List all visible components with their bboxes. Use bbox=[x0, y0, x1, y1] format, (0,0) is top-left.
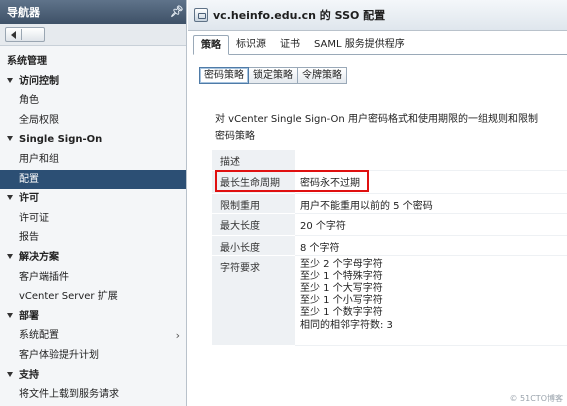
highlight-box bbox=[215, 170, 369, 192]
tab-policies[interactable]: 策略 bbox=[193, 35, 229, 55]
triangle-down-icon bbox=[7, 195, 13, 201]
nav-item-system-configuration[interactable]: 系统配置 › bbox=[0, 326, 186, 346]
page-title: vc.heinfo.edu.cn 的 SSO 配置 bbox=[213, 9, 386, 22]
nav-item-vcenter-extensions[interactable]: vCenter Server 扩展 bbox=[0, 287, 186, 307]
navigator-title: 导航器 bbox=[7, 6, 40, 19]
row-label: 最大长度 bbox=[212, 213, 295, 236]
nav-item-upload-file[interactable]: 将文件上载到服务请求 bbox=[0, 385, 186, 405]
nav-item-global-permissions[interactable]: 全局权限 bbox=[0, 111, 186, 131]
watermark: © 51CTO博客 bbox=[509, 394, 564, 403]
row-value: 8 个字符 bbox=[295, 235, 567, 256]
triangle-down-icon bbox=[7, 136, 13, 142]
row-value bbox=[295, 150, 567, 171]
nav-section-support[interactable]: 支持 bbox=[0, 366, 186, 386]
table-row: 限制重用 用户不能重用以前的 5 个密码 bbox=[212, 193, 567, 214]
row-value: 20 个字符 bbox=[295, 213, 567, 236]
section-title: 密码策略 bbox=[215, 131, 255, 142]
char-requirement: 至少 1 个数字字符 bbox=[300, 307, 383, 319]
row-label: 限制重用 bbox=[212, 193, 295, 214]
char-requirement: 至少 1 个大写字符 bbox=[300, 282, 383, 294]
nav-item-licenses[interactable]: 许可证 bbox=[0, 209, 186, 229]
navigator-back-bar bbox=[0, 24, 186, 46]
subtab-password-policy[interactable]: 密码策略 bbox=[199, 67, 249, 84]
row-label: 字符要求 bbox=[212, 255, 295, 346]
triangle-down-icon bbox=[7, 77, 13, 83]
nav-item-reports[interactable]: 报告 bbox=[0, 228, 186, 248]
policy-subtabs: 密码策略 锁定策略 令牌策略 bbox=[199, 67, 347, 84]
table-row: 字符要求 至少 2 个字母字符 至少 1 个特殊字符 至少 1 个大写字符 至少… bbox=[212, 255, 567, 346]
char-requirement: 相同的相邻字符数: 3 bbox=[300, 319, 393, 331]
nav-item-roles[interactable]: 角色 bbox=[0, 91, 186, 111]
table-row: 描述 bbox=[212, 150, 567, 171]
row-value: 至少 2 个字母字符 至少 1 个特殊字符 至少 1 个大写字符 至少 1 个小… bbox=[295, 255, 567, 346]
subtab-token-policy[interactable]: 令牌策略 bbox=[298, 67, 347, 84]
arrow-left-icon bbox=[11, 30, 16, 39]
table-row: 最大长度 20 个字符 bbox=[212, 213, 567, 236]
row-value: 用户不能重用以前的 5 个密码 bbox=[295, 193, 567, 214]
pin-icon[interactable]: 📌︎ bbox=[170, 5, 184, 19]
table-row: 最小长度 8 个字符 bbox=[212, 235, 567, 256]
nav-section-solutions[interactable]: 解决方案 bbox=[0, 248, 186, 268]
tab-saml-providers[interactable]: SAML 服务提供程序 bbox=[307, 36, 412, 54]
nav-section-sso[interactable]: Single Sign-On bbox=[0, 130, 186, 150]
triangle-down-icon bbox=[7, 253, 13, 259]
tab-identity-sources[interactable]: 标识源 bbox=[229, 36, 273, 54]
chevron-right-icon: › bbox=[175, 329, 180, 343]
navigator-header: 导航器 📌︎ bbox=[0, 0, 186, 24]
navigator-panel: 导航器 📌︎ 系统管理 访问控制 角色 全局权限 Single Sign-On … bbox=[0, 0, 187, 406]
nav-item-client-plugins[interactable]: 客户端插件 bbox=[0, 268, 186, 288]
triangle-down-icon bbox=[7, 371, 13, 377]
nav-item-configuration[interactable]: 配置 bbox=[0, 169, 186, 190]
nav-section-deployment[interactable]: 部署 bbox=[0, 307, 186, 327]
char-requirement: 至少 1 个小写字符 bbox=[300, 295, 383, 307]
char-requirement: 至少 1 个特殊字符 bbox=[300, 270, 383, 282]
nav-section-access-control[interactable]: 访问控制 bbox=[0, 72, 186, 92]
sso-config-icon bbox=[194, 8, 208, 22]
subtab-lockout-policy[interactable]: 锁定策略 bbox=[249, 67, 298, 84]
nav-item-ceip[interactable]: 客户体验提升计划 bbox=[0, 346, 186, 366]
nav-section-licensing[interactable]: 许可 bbox=[0, 189, 186, 209]
triangle-down-icon bbox=[7, 312, 13, 318]
char-requirement: 至少 2 个字母字符 bbox=[300, 258, 383, 270]
nav-root-admin[interactable]: 系统管理 bbox=[0, 52, 186, 72]
tab-certificates[interactable]: 证书 bbox=[273, 36, 307, 54]
navigator-tree: 系统管理 访问控制 角色 全局权限 Single Sign-On 用户和组 配置… bbox=[0, 46, 186, 405]
row-label: 最小长度 bbox=[212, 235, 295, 256]
nav-item-users-groups[interactable]: 用户和组 bbox=[0, 150, 186, 170]
main-tabs: 策略 标识源 证书 SAML 服务提供程序 bbox=[193, 35, 567, 55]
row-label: 描述 bbox=[212, 150, 295, 171]
policy-description: 对 vCenter Single Sign-On 用户密码格式和使用期限的一组规… bbox=[215, 114, 538, 125]
back-button[interactable] bbox=[5, 27, 45, 42]
main-header: vc.heinfo.edu.cn 的 SSO 配置 bbox=[188, 0, 567, 31]
main-panel: vc.heinfo.edu.cn 的 SSO 配置 策略 标识源 证书 SAML… bbox=[188, 0, 567, 406]
